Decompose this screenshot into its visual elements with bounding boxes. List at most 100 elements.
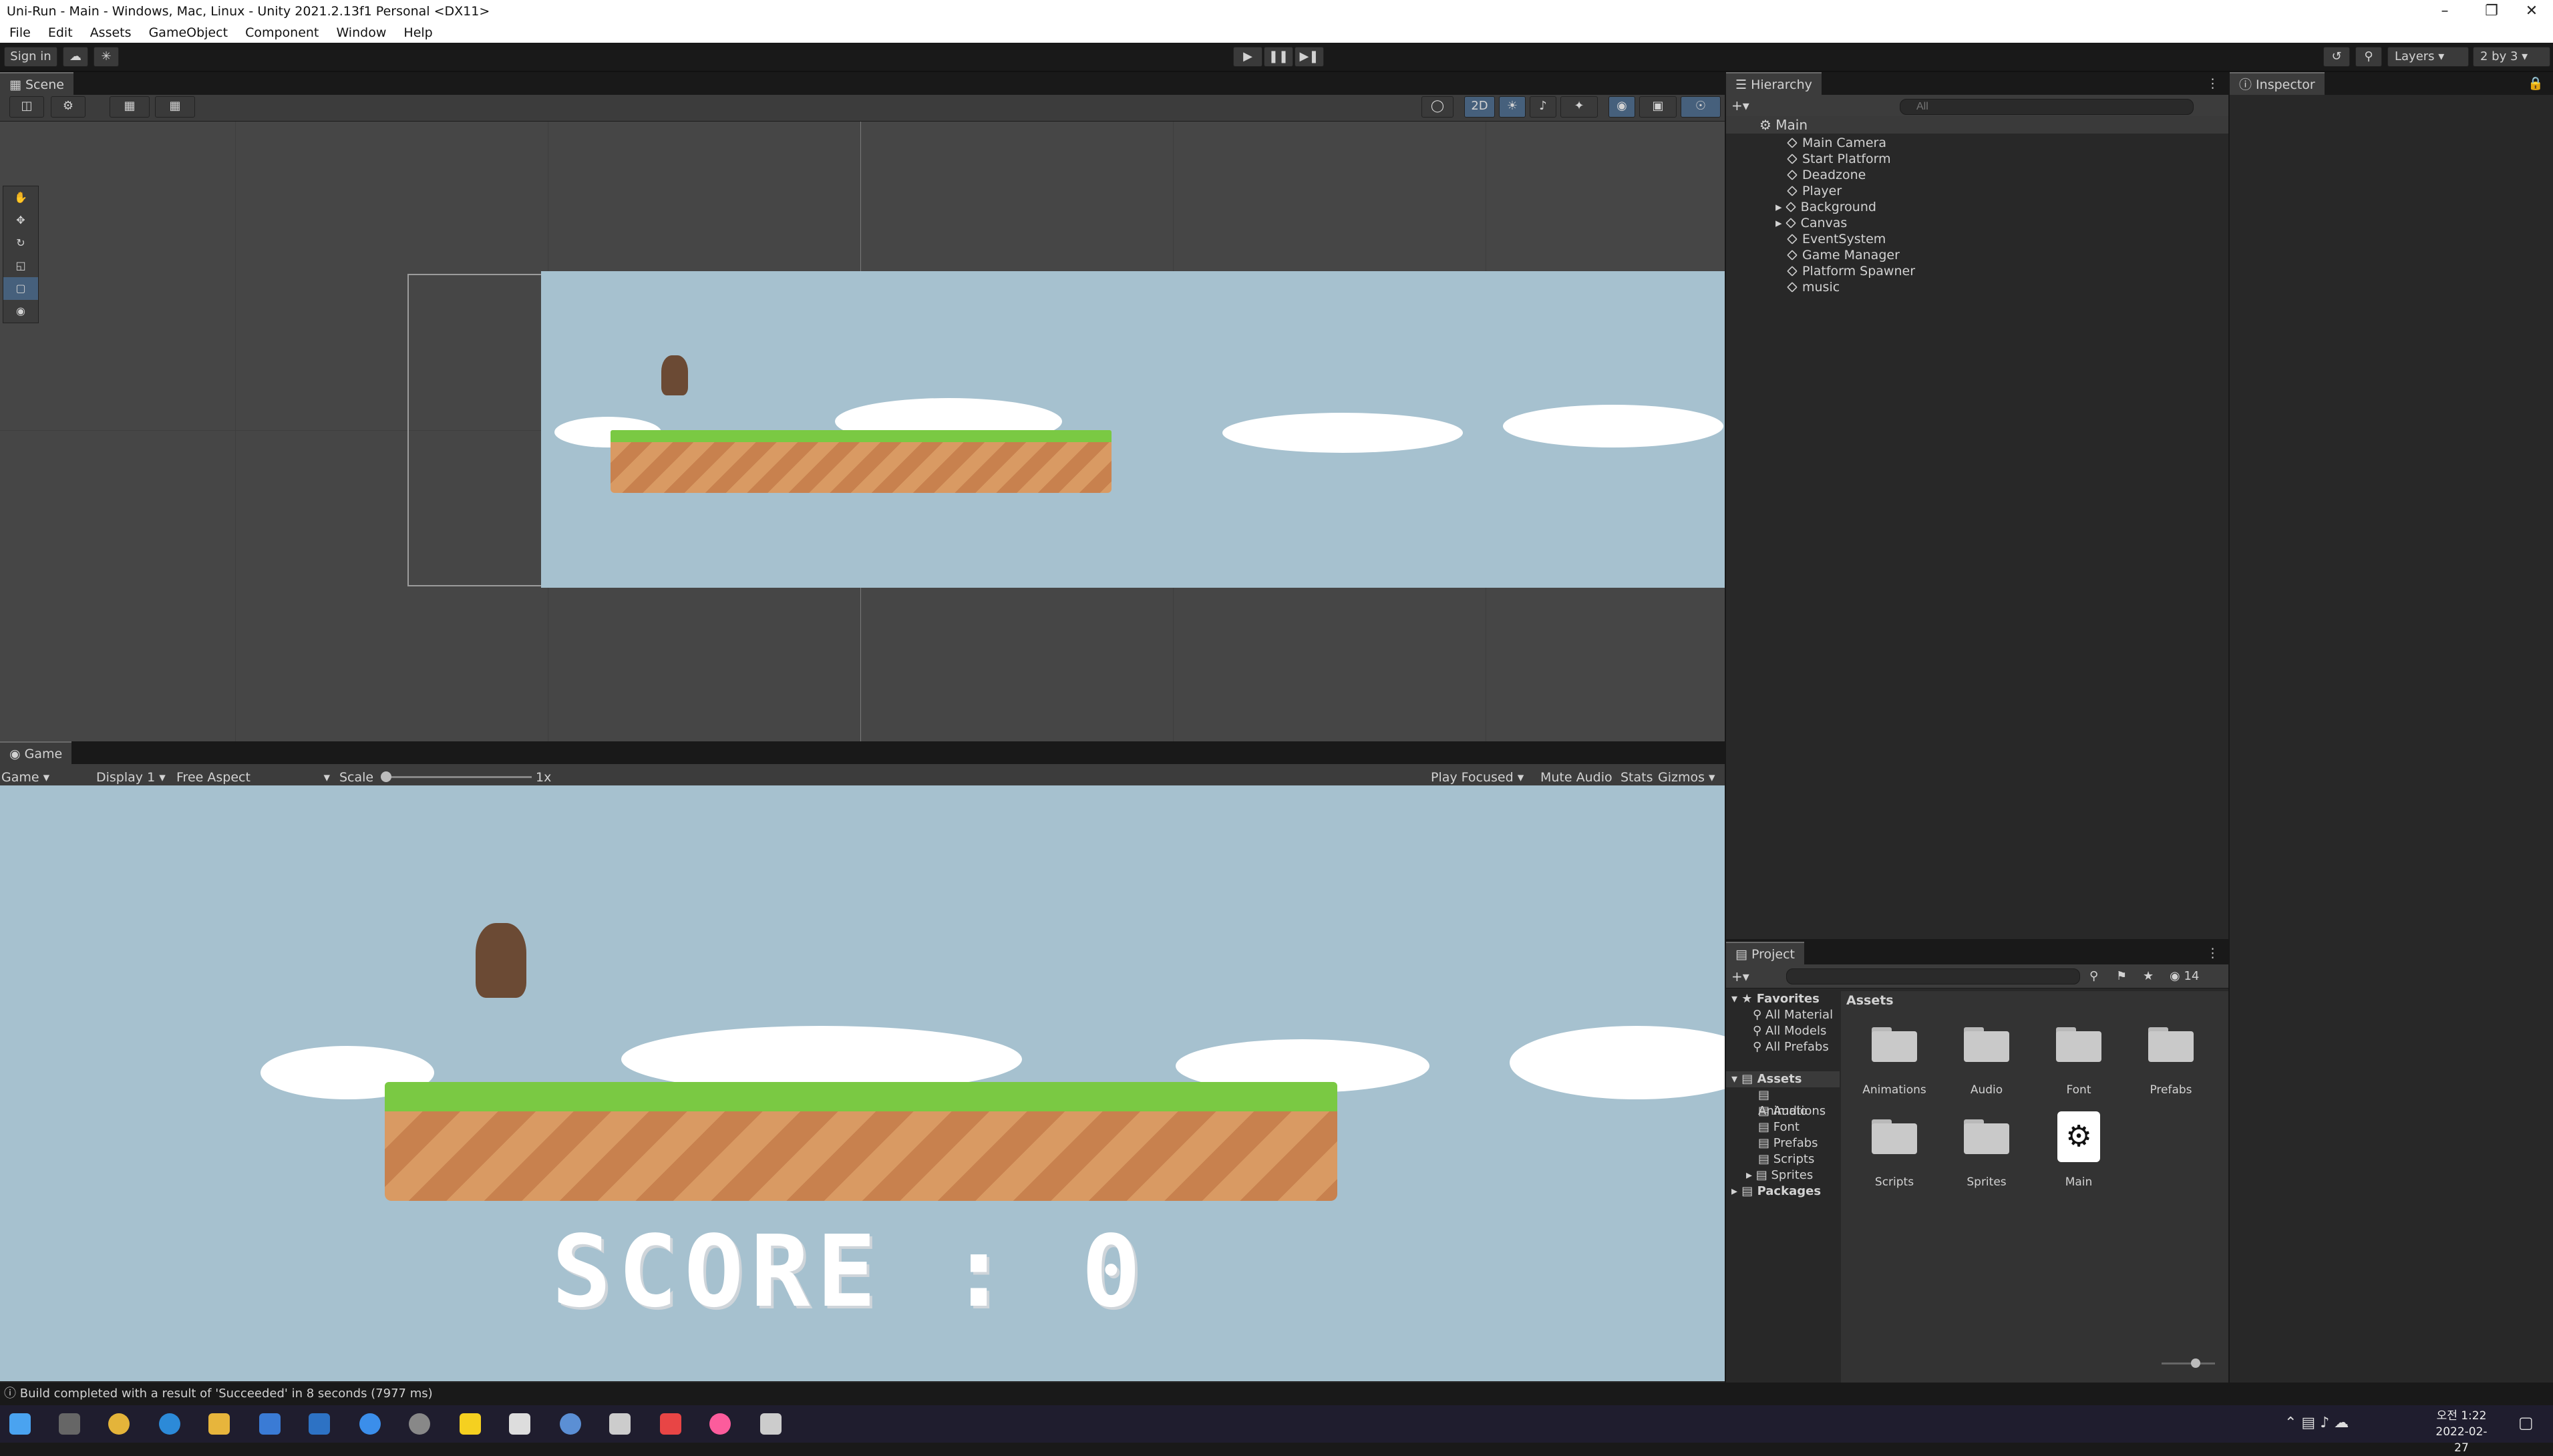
scale-tool-icon[interactable]: ◱ (3, 254, 38, 277)
layout-dropdown[interactable]: 2 by 3 ▾ (2473, 47, 2550, 67)
folder-icon[interactable] (2052, 1022, 2105, 1062)
store-icon[interactable] (259, 1413, 281, 1435)
notes-icon[interactable] (460, 1413, 481, 1435)
grid-snap-icon[interactable]: ▦ (110, 96, 150, 118)
tab-hierarchy[interactable]: ☰ Hierarchy (1726, 72, 1822, 95)
menu-component[interactable]: Component (245, 25, 319, 40)
app-icon[interactable] (409, 1413, 430, 1435)
menu-help[interactable]: Help (403, 25, 432, 40)
hierarchy-item[interactable]: Main Camera (1726, 135, 2228, 151)
mail-icon[interactable] (309, 1413, 330, 1435)
hierarchy-item[interactable]: Game Manager (1726, 247, 2228, 263)
hierarchy-item[interactable]: Start Platform (1726, 151, 2228, 167)
task-view-icon[interactable] (59, 1413, 80, 1435)
game-viewport[interactable]: SCORE : 0 (0, 785, 1725, 1381)
layers-dropdown[interactable]: Layers ▾ (2387, 47, 2469, 67)
minimize-icon[interactable]: – (2425, 0, 2465, 23)
clock[interactable]: 오전 1:22 2022-02-27 (2431, 1408, 2492, 1456)
folder-icon[interactable] (1960, 1114, 2013, 1154)
folder-item[interactable]: ▸ ▤ Sprites (1726, 1167, 1840, 1184)
cloud-icon[interactable]: ☁ (63, 47, 88, 67)
hierarchy-item[interactable]: music (1726, 279, 2228, 295)
scene-viewport[interactable]: ✋ ✥ ↻ ◱ ▢ ◉ (0, 122, 1725, 741)
add-icon[interactable]: +▾ (1731, 98, 1749, 114)
folder-item[interactable]: ▤ Prefabs (1726, 1135, 1840, 1151)
filter-label-icon[interactable]: ⚑ (2116, 964, 2127, 988)
folder-icon[interactable] (1868, 1114, 1921, 1154)
music-icon[interactable] (709, 1413, 731, 1435)
notification-icon[interactable]: ▢ (2518, 1413, 2534, 1432)
gizmos-icon[interactable]: ☉ (1681, 96, 1721, 118)
folder-item[interactable]: ▤ Font (1726, 1119, 1840, 1135)
effects-icon[interactable]: ✦ (1560, 96, 1598, 118)
edge-icon[interactable] (159, 1413, 180, 1435)
app-icon[interactable] (660, 1413, 681, 1435)
menu-assets[interactable]: Assets (90, 25, 132, 40)
folder-icon[interactable] (1960, 1022, 2013, 1062)
favorites-header[interactable]: ▾ ★ Favorites (1726, 991, 1840, 1007)
project-add-icon[interactable]: +▾ (1731, 964, 1749, 988)
expand-arrow-icon[interactable]: ▸ (1775, 216, 1786, 230)
hierarchy-item[interactable]: ▸ Background (1726, 199, 2228, 215)
hierarchy-item[interactable]: ▸ Canvas (1726, 215, 2228, 231)
draw-mode-icon[interactable]: ◫ (9, 96, 44, 118)
tab-scene[interactable]: ▦ Scene (0, 72, 73, 95)
search-icon[interactable]: ⚲ (2355, 47, 2382, 67)
grid-icon[interactable]: ▦ (155, 96, 195, 118)
inspector-lock-icon[interactable]: 🔒 (2528, 72, 2544, 95)
collab-icon[interactable]: ✳ (94, 47, 119, 67)
hierarchy-item[interactable]: EventSystem (1726, 231, 2228, 247)
scene-camera-icon[interactable]: ▣ (1639, 96, 1677, 118)
r-icon[interactable] (560, 1413, 581, 1435)
favorite-icon[interactable]: ★ (2143, 964, 2154, 988)
play-button[interactable]: ▶ (1233, 47, 1262, 67)
scale-slider-thumb[interactable] (381, 771, 391, 782)
scale-slider[interactable] (381, 771, 532, 782)
pause-button[interactable]: ❚❚ (1264, 47, 1293, 67)
sign-in-button[interactable]: Sign in (4, 47, 57, 67)
maximize-icon[interactable]: ❐ (2472, 0, 2512, 23)
hierarchy-search-input[interactable] (1900, 99, 2194, 115)
menu-edit[interactable]: Edit (48, 25, 73, 40)
unity-scene-asset-icon[interactable]: ⚙ (2057, 1111, 2100, 1162)
move-tool-icon[interactable]: ✥ (3, 209, 38, 232)
favorite-item[interactable]: ⚲ All Models (1726, 1023, 1840, 1039)
transform-tool-icon[interactable]: ◉ (3, 300, 38, 323)
mode-2d-button[interactable]: 2D (1464, 96, 1495, 118)
filter-type-icon[interactable]: ⚲ (2089, 964, 2098, 988)
rect-tool-icon[interactable]: ▢ (3, 277, 38, 300)
hierarchy-item[interactable]: Deadzone (1726, 167, 2228, 183)
tab-game[interactable]: ◉ Game (0, 741, 72, 764)
status-message[interactable]: Build completed with a result of 'Succee… (20, 1387, 433, 1401)
visibility-icon[interactable]: ◉ (1608, 96, 1635, 118)
shading-icon[interactable]: ◯ (1421, 96, 1454, 118)
scene-player-sprite[interactable] (661, 355, 688, 395)
hand-tool-icon[interactable]: ✋ (3, 186, 38, 209)
folder-item[interactable]: ▤ Animations (1726, 1087, 1840, 1118)
icon-size-thumb[interactable] (2191, 1358, 2200, 1368)
packages-header[interactable]: ▸ ▤ Packages (1726, 1184, 1840, 1200)
hierarchy-item[interactable]: Player (1726, 183, 2228, 199)
favorite-item[interactable]: ⚲ All Prefabs (1726, 1039, 1840, 1055)
scene-root-row[interactable]: ⚙ Main (1726, 116, 2228, 134)
rotate-tool-icon[interactable]: ↻ (3, 232, 38, 254)
folder-icon[interactable] (2144, 1022, 2198, 1062)
menu-window[interactable]: Window (336, 25, 386, 40)
audio-icon[interactable]: ♪ (1530, 96, 1556, 118)
project-search-input[interactable] (1786, 968, 2080, 984)
menu-gameobject[interactable]: GameObject (149, 25, 228, 40)
folder-item[interactable]: ▤ Scripts (1726, 1151, 1840, 1167)
chrome-icon[interactable] (108, 1413, 130, 1435)
unity-icon[interactable] (760, 1413, 782, 1435)
history-icon[interactable]: ↺ (2323, 47, 2350, 67)
favorite-item[interactable]: ⚲ All Material (1726, 1007, 1840, 1023)
step-button[interactable]: ▶❚ (1295, 47, 1324, 67)
app-icon[interactable] (509, 1413, 530, 1435)
camera-icon[interactable]: ⚙ (51, 96, 86, 118)
start-icon[interactable] (9, 1413, 31, 1435)
tab-project[interactable]: ▤ Project (1726, 942, 1805, 964)
menu-file[interactable]: File (9, 25, 31, 40)
hierarchy-item[interactable]: Platform Spawner (1726, 263, 2228, 279)
project-menu-icon[interactable]: ⋮ (2206, 942, 2219, 964)
file-explorer-icon[interactable] (208, 1413, 230, 1435)
